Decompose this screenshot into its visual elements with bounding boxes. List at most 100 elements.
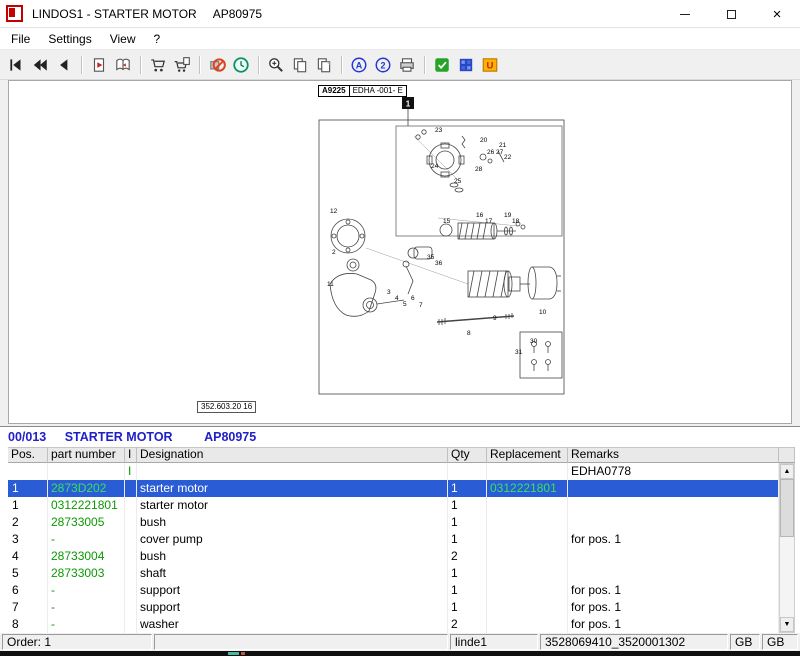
nav-first-icon [10, 58, 21, 71]
cell-designation: bush [137, 514, 448, 531]
linde-u-button[interactable]: U [478, 53, 502, 77]
cell-part-number: 0312221801 [48, 497, 125, 514]
exploded-diagram: 1 23 24 25 20 21 26 2722 28 15 1617 1918 12 2 11 34567… [318, 97, 565, 395]
clock-button[interactable] [229, 53, 253, 77]
cell-qty: 1 [448, 480, 487, 497]
green-check-button[interactable] [430, 53, 454, 77]
toolbar: A 2 U [0, 50, 800, 80]
blue-mosaic-icon [459, 58, 473, 71]
col-remarks[interactable]: Remarks [568, 447, 779, 463]
nav-prev-fast-button[interactable] [28, 53, 52, 77]
col-designation[interactable]: Designation [137, 447, 448, 463]
drawing-canvas[interactable]: A9225 EDHA -001- E 1 23 24 25 20 21 26 2… [8, 80, 792, 424]
diagram-callout: 31 [515, 349, 523, 356]
cell-qty: 1 [448, 599, 487, 616]
nav-prev-button[interactable] [52, 53, 76, 77]
diagram-callout: 3 [387, 289, 391, 296]
table-row[interactable]: 3 - cover pump 1 for pos. 1 [8, 531, 779, 548]
col-qty[interactable]: Qty [448, 447, 487, 463]
menu-view[interactable]: View [101, 28, 145, 50]
diagram-callout: 17 [485, 218, 493, 225]
nav-first-button[interactable] [4, 53, 28, 77]
table-row[interactable]: 1 2873D202 starter motor 1 0312221801 [8, 480, 779, 497]
table-row[interactable]: 5 28733003 shaft 1 [8, 565, 779, 582]
col-pos[interactable]: Pos. [8, 447, 48, 463]
toolbar-separator [424, 55, 425, 74]
menu-help[interactable]: ? [145, 28, 170, 50]
blue-mosaic-button[interactable] [454, 53, 478, 77]
diagram-callout: 26 [487, 149, 495, 156]
menu-file[interactable]: File [2, 28, 39, 50]
svg-text:A: A [356, 60, 363, 70]
toolbar-separator [81, 55, 82, 74]
cell-designation: bush [137, 548, 448, 565]
minimize-button[interactable] [662, 0, 708, 28]
cell-replacement [487, 582, 568, 599]
cell-designation: washer [137, 616, 448, 633]
diagram-callout: 6 [411, 295, 415, 302]
nav-prev-fast-icon [33, 58, 47, 71]
circle-a-button[interactable]: A [347, 53, 371, 77]
scroll-down-icon[interactable]: ▼ [780, 617, 794, 632]
print-button[interactable] [395, 53, 419, 77]
copy-pages-button[interactable] [288, 53, 312, 77]
col-replacement[interactable]: Replacement [487, 447, 568, 463]
menu-settings[interactable]: Settings [39, 28, 100, 50]
circle-2-icon: 2 [375, 57, 391, 72]
maximize-button[interactable] [708, 0, 754, 28]
cell-qty: 1 [448, 497, 487, 514]
circle-2-button[interactable]: 2 [371, 53, 395, 77]
window-controls: × [662, 0, 800, 28]
cell-i [125, 582, 137, 599]
cell-pos: 6 [8, 582, 48, 599]
cell-i [125, 548, 137, 565]
cell-qty: 1 [448, 582, 487, 599]
table-row[interactable]: 7 - support 1 for pos. 1 [8, 599, 779, 616]
cell-qty [448, 463, 487, 480]
table-header: Pos. part number I Designation Qty Repla… [8, 447, 795, 463]
cell-replacement [487, 565, 568, 582]
table-row[interactable]: 6 - support 1 for pos. 1 [8, 582, 779, 599]
copy-pages-alt-icon [317, 57, 331, 72]
col-i[interactable]: I [125, 447, 137, 463]
cart-button[interactable] [146, 53, 170, 77]
cell-i: I [125, 463, 137, 480]
window-title: LINDOS1 - STARTER MOTOR [32, 6, 197, 21]
close-button[interactable]: × [754, 0, 800, 28]
svg-text:2: 2 [380, 60, 385, 70]
cell-designation: support [137, 582, 448, 599]
diagram-callout: 9 [493, 315, 497, 322]
zoom-button[interactable] [264, 53, 288, 77]
no-entry-icon [210, 57, 226, 72]
cart-document-button[interactable] [170, 53, 194, 77]
diagram-callout: 8 [467, 330, 471, 337]
status-language-1: GB [730, 634, 760, 650]
copy-pages-alt-button[interactable] [312, 53, 336, 77]
cell-i [125, 514, 137, 531]
page-forward-button[interactable] [87, 53, 111, 77]
status-order: Order: 1 [2, 634, 152, 650]
cell-pos [8, 463, 48, 480]
scrollbar-thumb[interactable] [780, 479, 794, 537]
table-row[interactable]: 1 0312221801 starter motor 1 [8, 497, 779, 514]
diagram-callout: 25 [454, 178, 462, 185]
cell-pos: 3 [8, 531, 48, 548]
table-row[interactable]: 2 28733005 bush 1 [8, 514, 779, 531]
cell-remarks: for pos. 1 [568, 599, 779, 616]
table-scrollbar[interactable]: ▲ ▼ [779, 463, 795, 633]
maximize-icon [726, 9, 736, 19]
diagram-callout: 35 [427, 254, 435, 261]
table-row[interactable]: 4 28733004 bush 2 [8, 548, 779, 565]
open-book-button[interactable] [111, 53, 135, 77]
cell-part-number: - [48, 531, 125, 548]
table-row[interactable]: I EDHA0778 [8, 463, 779, 480]
taskbar-edge[interactable] [0, 651, 800, 656]
table-row[interactable]: 8 - washer 2 for pos. 1 [8, 616, 779, 633]
cell-replacement [487, 514, 568, 531]
scroll-up-icon[interactable]: ▲ [780, 464, 794, 479]
cell-part-number: - [48, 599, 125, 616]
page-red-arrow-icon [93, 57, 105, 72]
col-part-number[interactable]: part number [48, 447, 125, 463]
cell-designation [137, 463, 448, 480]
no-entry-button[interactable] [205, 53, 229, 77]
